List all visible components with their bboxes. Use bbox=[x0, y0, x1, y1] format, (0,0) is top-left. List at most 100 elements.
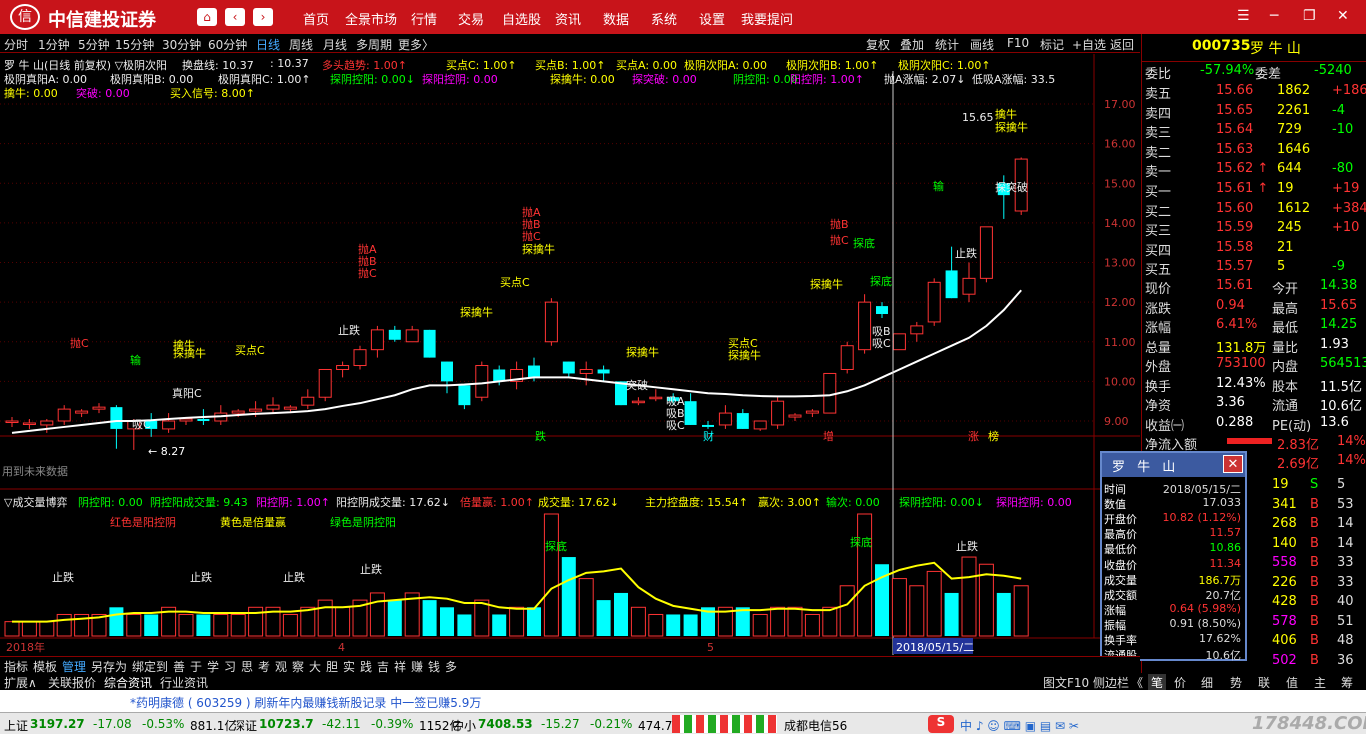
volume-bar-2 bbox=[39, 621, 55, 637]
volume-bar-36 bbox=[630, 606, 646, 637]
popup-val-7: 20.7亿 bbox=[1205, 588, 1242, 602]
vol-indicator-9: 输次: 0.00 bbox=[826, 496, 880, 509]
menu-item-3[interactable]: 交易 bbox=[458, 9, 484, 28]
side-tab-5[interactable]: 细 bbox=[1201, 674, 1213, 691]
y-tick-8: 9.00 bbox=[1104, 415, 1129, 428]
menu-item-1[interactable]: 全景市场 bbox=[345, 9, 397, 28]
stat-v1-6: 3.36 bbox=[1216, 395, 1245, 410]
timeframe-tab-5[interactable]: 60分钟 bbox=[208, 36, 247, 53]
timeframe-tab-1[interactable]: 1分钟 bbox=[38, 36, 70, 53]
candle-body-13 bbox=[231, 410, 245, 414]
toolbar-button-1[interactable]: 叠加 bbox=[900, 36, 924, 53]
ticker-text[interactable]: *药明康德 ( 603259 ) 刷新年内最赚钱新股记录 中一签已赚5.9万 bbox=[130, 694, 481, 711]
toolbar-button-4[interactable]: F10 bbox=[1007, 36, 1029, 50]
candle-body-14 bbox=[249, 408, 263, 412]
side-tab-4[interactable]: 价 bbox=[1174, 674, 1186, 691]
info-tab-0[interactable]: 扩展∧ bbox=[4, 674, 37, 691]
news-ticker[interactable]: *药明康德 ( 603259 ) 刷新年内最赚钱新股记录 中一签已赚5.9万 bbox=[0, 690, 1366, 712]
toolbar-button-7[interactable]: 返回 bbox=[1110, 36, 1134, 53]
tick-vol-8: 406 bbox=[1272, 633, 1297, 648]
close-popup-button[interactable]: ✕ bbox=[1223, 455, 1243, 473]
timeframe-tab-8[interactable]: 月线 bbox=[323, 36, 347, 53]
buy-vol-1: 1612 bbox=[1277, 200, 1311, 216]
stat-l2-6: 流通 bbox=[1272, 399, 1299, 414]
menu-item-2[interactable]: 行情 bbox=[411, 9, 437, 28]
close-icon[interactable]: ✕ bbox=[1337, 8, 1349, 24]
info-tabs: 扩展∧ 关联报价 综合资讯 行业资讯 图文F10 侧边栏《笔价细势联值主筹 bbox=[0, 673, 1366, 691]
candle-body-40 bbox=[702, 424, 714, 427]
back-arrow-icon[interactable]: ‹ bbox=[225, 8, 245, 26]
stat-row-7: 收益㈠ 0.288 PE(动) 13.6 bbox=[1142, 414, 1366, 434]
kline-chart[interactable]: 17.00 16.00 15.00 14.00 13.00 12.00 11.00 10.00… bbox=[0, 54, 1140, 656]
timeframe-tab-2[interactable]: 5分钟 bbox=[78, 36, 110, 53]
buy-vol-3: 21 bbox=[1277, 239, 1294, 255]
home-icon[interactable]: ⌂ bbox=[197, 8, 217, 26]
side-tab-2[interactable]: 《 bbox=[1131, 674, 1143, 691]
timeframe-tab-3[interactable]: 15分钟 bbox=[115, 36, 154, 53]
side-tab-0[interactable]: 图文F10 bbox=[1043, 674, 1089, 691]
timeframe-tab-0[interactable]: 分时 bbox=[4, 36, 28, 53]
popup-key-2: 开盘价 bbox=[1104, 513, 1137, 527]
menu-list-icon[interactable]: ☰ bbox=[1237, 8, 1250, 24]
stock-name: 罗 牛 山 bbox=[1250, 41, 1301, 57]
menu-item-8[interactable]: 设置 bbox=[699, 9, 725, 28]
signal-marker-11: 抛B bbox=[522, 217, 541, 231]
menu-item-9[interactable]: 我要提问 bbox=[741, 9, 793, 28]
popup-row-9: 振幅 0.91 (8.50%) bbox=[1102, 617, 1245, 632]
toolbar-button-5[interactable]: 标记 bbox=[1040, 36, 1064, 53]
candle-body-33 bbox=[579, 368, 593, 374]
volume-marker-0: 止跌 bbox=[52, 570, 74, 584]
menu-item-0[interactable]: 首页 bbox=[303, 9, 329, 28]
side-tab-6[interactable]: 势 bbox=[1230, 674, 1242, 691]
stat-v2-6: 10.6亿 bbox=[1320, 399, 1362, 414]
minimize-icon[interactable]: ─ bbox=[1270, 8, 1278, 24]
tick-vol-6: 428 bbox=[1272, 594, 1297, 609]
timeframe-tab-10[interactable]: 更多〉 bbox=[398, 36, 434, 53]
index-name-0[interactable]: 上证 bbox=[4, 717, 28, 734]
input-method-icon[interactable]: S bbox=[928, 715, 954, 733]
tick-vol-2: 268 bbox=[1272, 516, 1297, 531]
sell-label-2: 卖三 bbox=[1145, 126, 1172, 141]
volume-bar-28 bbox=[492, 614, 507, 636]
buy-price-4: 15.57 bbox=[1216, 259, 1254, 274]
stat-l2-5: 股本 bbox=[1272, 379, 1299, 395]
toolbar-button-6[interactable]: +自选 bbox=[1072, 36, 1106, 53]
toolbar-button-3[interactable]: 画线 bbox=[970, 36, 994, 53]
info-tab-3[interactable]: 行业资讯 bbox=[160, 674, 208, 691]
toolbar-button-2[interactable]: 统计 bbox=[935, 36, 959, 53]
tray-icons[interactable]: 中 ♪ ☺ ⌨ ▣ ▤ ✉ ✂ bbox=[960, 717, 1079, 734]
index-name-1[interactable]: 深证 bbox=[233, 717, 257, 734]
index-pct-1: -0.39% bbox=[371, 717, 414, 731]
side-tab-9[interactable]: 主 bbox=[1314, 674, 1326, 691]
side-tab-8[interactable]: 值 bbox=[1286, 674, 1298, 691]
toolbar-button-0[interactable]: 复权 bbox=[866, 36, 890, 53]
index-value-0: 3197.27 bbox=[30, 717, 85, 731]
info-tab-1[interactable]: 关联报价 bbox=[48, 674, 96, 691]
side-tab-7[interactable]: 联 bbox=[1258, 674, 1270, 691]
popup-val-10: 17.62% bbox=[1199, 632, 1241, 645]
side-tab-10[interactable]: 筹 bbox=[1341, 674, 1353, 691]
stat-l1-1: 涨跌 bbox=[1145, 301, 1172, 317]
signal-marker-34: 吸C bbox=[666, 419, 685, 432]
menu-item-6[interactable]: 数据 bbox=[603, 9, 629, 28]
tick-side-9: B bbox=[1310, 652, 1319, 668]
timeframe-tab-7[interactable]: 周线 bbox=[289, 36, 313, 53]
forward-arrow-icon[interactable]: › bbox=[253, 8, 273, 26]
timeframe-tab-4[interactable]: 30分钟 bbox=[162, 36, 201, 53]
menu-item-5[interactable]: 资讯 bbox=[555, 9, 581, 28]
side-tab-3[interactable]: 笔 bbox=[1148, 674, 1167, 691]
menu-item-7[interactable]: 系统 bbox=[651, 9, 677, 28]
vol-indicator-4: 阳控阴成交量: 17.62↓ bbox=[336, 496, 450, 509]
restore-icon[interactable]: ❐ bbox=[1303, 8, 1316, 24]
candle-body-36 bbox=[631, 400, 645, 404]
candle-body-51 bbox=[892, 333, 906, 351]
side-tab-1[interactable]: 侧边栏 bbox=[1093, 674, 1129, 691]
index-name-2[interactable]: 中小 bbox=[452, 717, 476, 734]
timeframe-tab-6[interactable]: 日线 bbox=[256, 36, 280, 53]
candle-body-27 bbox=[475, 365, 489, 398]
popup-val-2: 10.82 (1.12%) bbox=[1162, 511, 1241, 525]
info-tab-2[interactable]: 综合资讯 bbox=[104, 674, 152, 691]
timeframe-tab-9[interactable]: 多周期 bbox=[356, 36, 392, 53]
sell-vol-1: 2261 bbox=[1277, 102, 1311, 118]
menu-item-4[interactable]: 自选股 bbox=[502, 9, 541, 28]
